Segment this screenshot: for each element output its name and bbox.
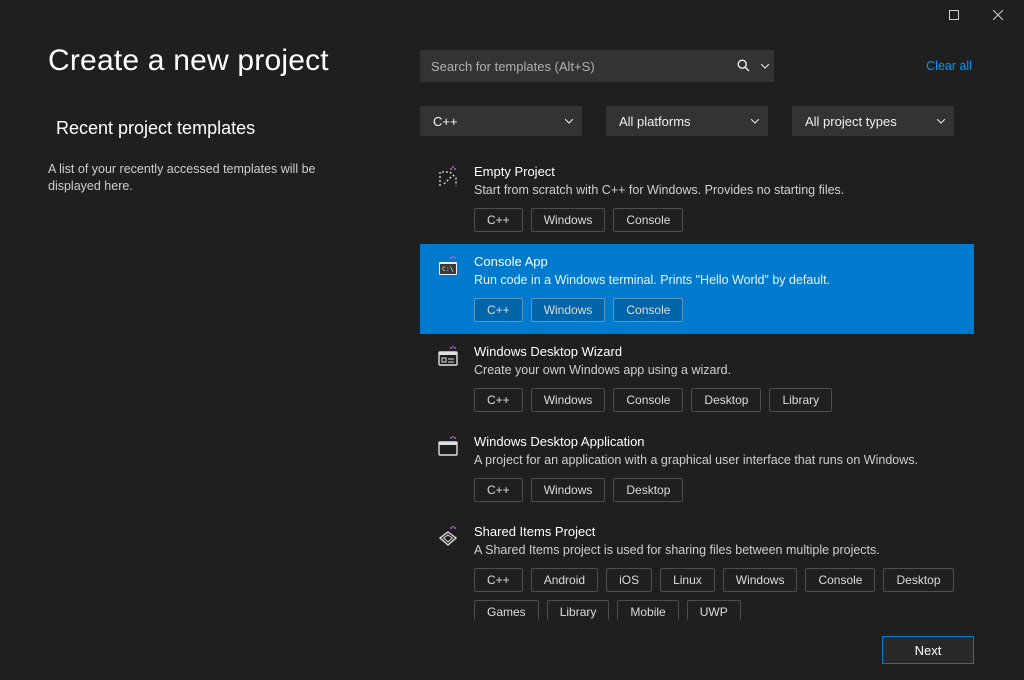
template-tag: Linux: [660, 568, 715, 592]
search-dropdown-toggle[interactable]: [756, 52, 773, 80]
template-tag: Console: [613, 298, 683, 322]
template-tag: Desktop: [883, 568, 953, 592]
template-tag: iOS: [606, 568, 652, 592]
chevron-down-icon: [751, 119, 759, 124]
template-description: Start from scratch with C++ for Windows.…: [474, 182, 962, 198]
footer: Next: [0, 620, 1024, 680]
titlebar: [0, 0, 1024, 30]
template-name: Shared Items Project: [474, 524, 962, 539]
template-list: Empty Project Start from scratch with C++…: [420, 154, 974, 620]
template-body: Shared Items Project A Shared Items proje…: [474, 524, 962, 620]
page-title: Create a new project: [48, 44, 396, 78]
template-tag: Windows: [531, 298, 606, 322]
filter-row: C++ All platforms All project types: [420, 106, 974, 136]
template-tag: Library: [769, 388, 832, 412]
template-item[interactable]: Windows Desktop Application A project for…: [420, 424, 974, 514]
template-icon: [436, 526, 460, 550]
language-dropdown-value: C++: [433, 114, 458, 129]
right-pane: Clear all C++ All platforms All project …: [420, 30, 1024, 620]
template-icon: C:\: [436, 256, 460, 280]
template-description: Create your own Windows app using a wiza…: [474, 362, 962, 378]
template-name: Empty Project: [474, 164, 962, 179]
template-name: Console App: [474, 254, 962, 269]
template-tag: C++: [474, 568, 523, 592]
content: Create a new project Recent project temp…: [0, 30, 1024, 620]
template-item[interactable]: Windows Desktop Wizard Create your own Wi…: [420, 334, 974, 424]
template-tag: Windows: [531, 388, 606, 412]
template-body: Empty Project Start from scratch with C++…: [474, 164, 962, 232]
search-box: [420, 50, 774, 82]
project-type-dropdown[interactable]: All project types: [792, 106, 954, 136]
template-tag: Android: [531, 568, 598, 592]
template-tag: C++: [474, 388, 523, 412]
platform-dropdown-value: All platforms: [619, 114, 691, 129]
template-body: Console App Run code in a Windows termina…: [474, 254, 962, 322]
clear-all-link[interactable]: Clear all: [924, 53, 974, 79]
template-description: A Shared Items project is used for shari…: [474, 542, 962, 558]
template-description: A project for an application with a grap…: [474, 452, 962, 468]
template-tag: C++: [474, 478, 523, 502]
template-tag: UWP: [687, 600, 741, 620]
template-name: Windows Desktop Wizard: [474, 344, 962, 359]
template-tag: Windows: [531, 478, 606, 502]
template-tag: Desktop: [691, 388, 761, 412]
template-tag: C++: [474, 208, 523, 232]
svg-text:C:\: C:\: [442, 265, 454, 273]
template-item[interactable]: Shared Items Project A Shared Items proje…: [420, 514, 974, 620]
template-item[interactable]: C:\ Console App Run code in a Windows term…: [420, 244, 974, 334]
template-icon: [436, 436, 460, 460]
search-row: Clear all: [420, 50, 974, 82]
project-type-dropdown-value: All project types: [805, 114, 897, 129]
left-pane: Create a new project Recent project temp…: [0, 30, 420, 620]
template-tag: Windows: [723, 568, 798, 592]
recent-templates-description: A list of your recently accessed templat…: [48, 161, 358, 195]
template-icon: [436, 346, 460, 370]
chevron-down-icon: [565, 119, 573, 124]
next-button[interactable]: Next: [882, 636, 974, 664]
search-input[interactable]: [421, 59, 732, 74]
template-tag: Desktop: [613, 478, 683, 502]
template-tag: Mobile: [617, 600, 678, 620]
maximize-button[interactable]: [932, 1, 976, 29]
template-body: Windows Desktop Wizard Create your own Wi…: [474, 344, 962, 412]
template-tag: Console: [613, 208, 683, 232]
template-tags: C++ Android iOS Linux Windows Console Desktop G…: [474, 568, 962, 620]
template-tags: C++ Windows Console Desktop Library: [474, 388, 962, 412]
language-dropdown[interactable]: C++: [420, 106, 582, 136]
template-body: Windows Desktop Application A project for…: [474, 434, 962, 502]
close-button[interactable]: [976, 1, 1020, 29]
chevron-down-icon: [937, 119, 945, 124]
search-icon[interactable]: [732, 52, 756, 80]
recent-templates-heading: Recent project templates: [56, 118, 396, 139]
template-name: Windows Desktop Application: [474, 434, 962, 449]
template-tag: Games: [474, 600, 539, 620]
template-tags: C++ Windows Desktop: [474, 478, 962, 502]
template-description: Run code in a Windows terminal. Prints "…: [474, 272, 962, 288]
template-tag: Library: [547, 600, 610, 620]
template-tag: Console: [613, 388, 683, 412]
template-tag: C++: [474, 298, 523, 322]
template-tags: C++ Windows Console: [474, 298, 962, 322]
template-tag: Windows: [531, 208, 606, 232]
template-item[interactable]: Empty Project Start from scratch with C++…: [420, 154, 974, 244]
platform-dropdown[interactable]: All platforms: [606, 106, 768, 136]
template-tag: Console: [805, 568, 875, 592]
template-tags: C++ Windows Console: [474, 208, 962, 232]
template-icon: [436, 166, 460, 190]
